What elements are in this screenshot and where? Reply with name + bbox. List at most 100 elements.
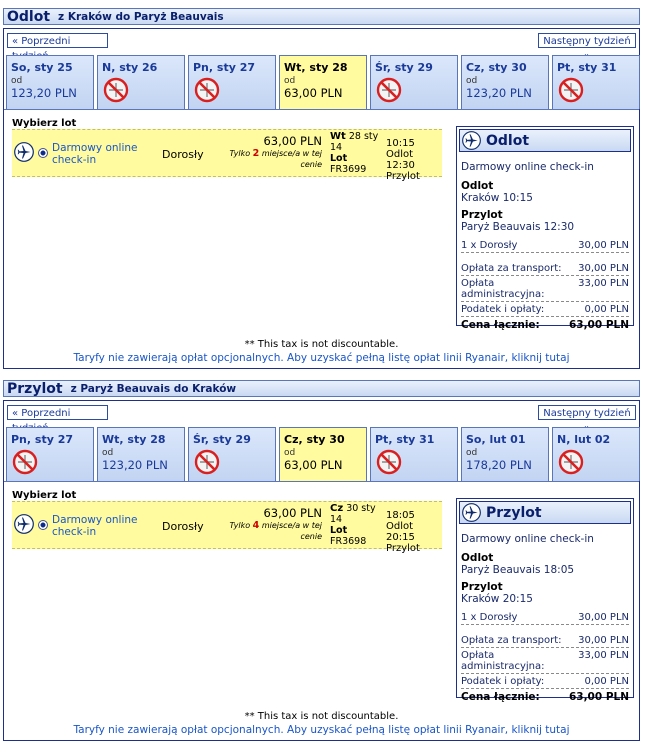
summary-dep-value: Paryż Beauvais 18:05: [461, 564, 575, 576]
passenger-type: Dorosły: [162, 520, 204, 533]
section-route: z Kraków do Paryż Beauvais: [58, 10, 224, 23]
summary-line: 1 x Dorosły 30,00 PLN: [461, 240, 629, 253]
day-price: 123,20 PLN: [102, 458, 168, 472]
day-label: N, sty 26: [102, 61, 158, 74]
day-label: Pn, sty 27: [193, 61, 256, 74]
summary-total: Cena łącznie: 63,00 PLN: [461, 319, 629, 331]
fees-link[interactable]: Taryfy nie zawierają opłat opcjonalnych.…: [4, 724, 639, 736]
day-tab[interactable]: So, lut 01 od 178,20 PLN: [461, 427, 549, 481]
fare-price: 63,00 PLN: [263, 506, 322, 520]
summary-body: Darmowy online check-in Odlot Kraków 10:…: [457, 154, 633, 334]
day-label: So, lut 01: [466, 433, 526, 446]
flight-times: 10:15 Odlot 12:30 Przylot: [386, 138, 420, 182]
summary-header: Przylot: [459, 501, 631, 524]
seats-count: 2: [252, 148, 260, 159]
flight-number: Lot FR3699: [330, 153, 367, 175]
summary-line: Opłata za transport: 30,00 PLN: [461, 263, 629, 276]
no-flight-icon: [558, 77, 584, 103]
summary-dep-label: Odlot: [461, 180, 494, 192]
day-label: Śr, sty 29: [375, 61, 433, 74]
day-from: od: [284, 448, 296, 458]
day-label: So, sty 25: [11, 61, 73, 74]
day-tab[interactable]: Śr, sty 29: [188, 427, 276, 481]
next-week-button[interactable]: Następny tydzień »: [538, 405, 636, 434]
fare-price: 63,00 PLN: [263, 134, 322, 148]
day-label: Cz, sty 30: [284, 433, 345, 446]
day-tab[interactable]: Pt, sty 31: [552, 55, 640, 109]
outbound-section: Odlot z Kraków do Paryż Beauvais « Poprz…: [3, 8, 642, 370]
prev-week-button[interactable]: « Poprzedni tydzień: [7, 33, 108, 62]
plane-icon: [462, 131, 481, 150]
summary-arr-label: Przylot: [461, 209, 503, 221]
outbound-header: Odlot z Kraków do Paryż Beauvais: [3, 8, 640, 25]
day-from: od: [466, 76, 478, 86]
fare-row[interactable]: Darmowy online check-in Dorosły 63,00 PL…: [12, 129, 442, 182]
day-tab[interactable]: Wt, sty 28 od 123,20 PLN: [97, 427, 185, 481]
inbound-summary: Przylot Darmowy online check-in Odlot Pa…: [456, 498, 634, 703]
flight-date: Cz 30 sty 14: [330, 503, 376, 525]
summary-line: 1 x Dorosły 30,00 PLN: [461, 612, 629, 625]
flight-number: Lot FR3698: [330, 525, 367, 547]
day-from: od: [102, 448, 114, 458]
day-label: Wt, sty 28: [102, 433, 166, 446]
plane-icon: [14, 514, 34, 534]
outbound-summary: Odlot Darmowy online check-in Odlot Krak…: [456, 126, 634, 331]
no-flight-icon: [12, 449, 38, 475]
day-tab[interactable]: Cz, sty 30 od 123,20 PLN: [461, 55, 549, 109]
summary-header: Odlot: [459, 129, 631, 152]
plane-icon: [14, 142, 34, 162]
day-tab[interactable]: N, lut 02: [552, 427, 640, 481]
prev-week-button[interactable]: « Poprzedni tydzień: [7, 405, 108, 434]
next-week-button[interactable]: Następny tydzień »: [538, 33, 636, 62]
day-tab[interactable]: N, sty 26: [97, 55, 185, 109]
checkin-link[interactable]: Darmowy online check-in: [52, 142, 142, 166]
tax-note: ** This tax is not discountable.: [244, 711, 399, 722]
seats-count: 4: [252, 520, 260, 531]
day-price: 178,20 PLN: [466, 458, 532, 472]
day-label: Pn, sty 27: [11, 433, 74, 446]
day-price: 123,20 PLN: [11, 86, 77, 100]
fare-radio[interactable]: [38, 520, 48, 530]
day-tab[interactable]: So, sty 25 od 123,20 PLN: [6, 55, 94, 109]
day-label: Wt, sty 28: [284, 61, 348, 74]
summary-arr-value: Kraków 20:15: [461, 593, 533, 605]
day-from: od: [466, 448, 478, 458]
summary-dep-label: Odlot: [461, 552, 494, 564]
no-flight-icon: [194, 449, 220, 475]
day-tab[interactable]: Śr, sty 29: [370, 55, 458, 109]
day-price: 123,20 PLN: [466, 86, 532, 100]
fare-radio[interactable]: [38, 148, 48, 158]
summary-line: Podatek i opłaty: 0,00 PLN: [461, 304, 629, 317]
no-flight-icon: [376, 77, 402, 103]
flight-date: Wt 28 sty 14: [330, 131, 379, 153]
fare-row[interactable]: Darmowy online check-in Dorosły 63,00 PL…: [12, 501, 442, 554]
section-title: Odlot: [7, 8, 51, 25]
day-price: 63,00 PLN: [284, 458, 343, 472]
day-tabs: So, sty 25 od 123,20 PLN N, sty 26 Pn, s…: [4, 55, 640, 109]
summary-line: Opłata administracyjna: 33,00 PLN: [461, 278, 629, 302]
summary-line: Opłata za transport: 30,00 PLN: [461, 635, 629, 648]
summary-checkin: Darmowy online check-in: [461, 533, 594, 545]
day-tab-selected[interactable]: Cz, sty 30 od 63,00 PLN: [279, 427, 367, 481]
day-tab[interactable]: Pn, sty 27: [188, 55, 276, 109]
no-flight-icon: [558, 449, 584, 475]
inbound-box: « Poprzedni tydzień Następny tydzień » P…: [3, 400, 640, 741]
summary-line: Podatek i opłaty: 0,00 PLN: [461, 676, 629, 689]
no-flight-icon: [103, 77, 129, 103]
checkin-link[interactable]: Darmowy online check-in: [52, 514, 142, 538]
day-tab[interactable]: Pn, sty 27: [6, 427, 94, 481]
summary-checkin: Darmowy online check-in: [461, 161, 594, 173]
day-tab[interactable]: Pt, sty 31: [370, 427, 458, 481]
seats-note: Tylko 4 miejsce/a w tej cenie: [229, 520, 322, 541]
inbound-header: Przylot z Paryż Beauvais do Kraków: [3, 380, 640, 397]
summary-dep-value: Kraków 10:15: [461, 192, 533, 204]
day-tab-selected[interactable]: Wt, sty 28 od 63,00 PLN: [279, 55, 367, 109]
day-price: 63,00 PLN: [284, 86, 343, 100]
fees-link[interactable]: Taryfy nie zawierają opłat opcjonalnych.…: [4, 352, 639, 364]
day-from: od: [284, 76, 296, 86]
outbound-box: « Poprzedni tydzień Następny tydzień » S…: [3, 28, 640, 369]
summary-total: Cena łącznie: 63,00 PLN: [461, 691, 629, 703]
day-from: od: [11, 76, 23, 86]
summary-title: Przylot: [486, 504, 542, 521]
summary-arr-label: Przylot: [461, 581, 503, 593]
